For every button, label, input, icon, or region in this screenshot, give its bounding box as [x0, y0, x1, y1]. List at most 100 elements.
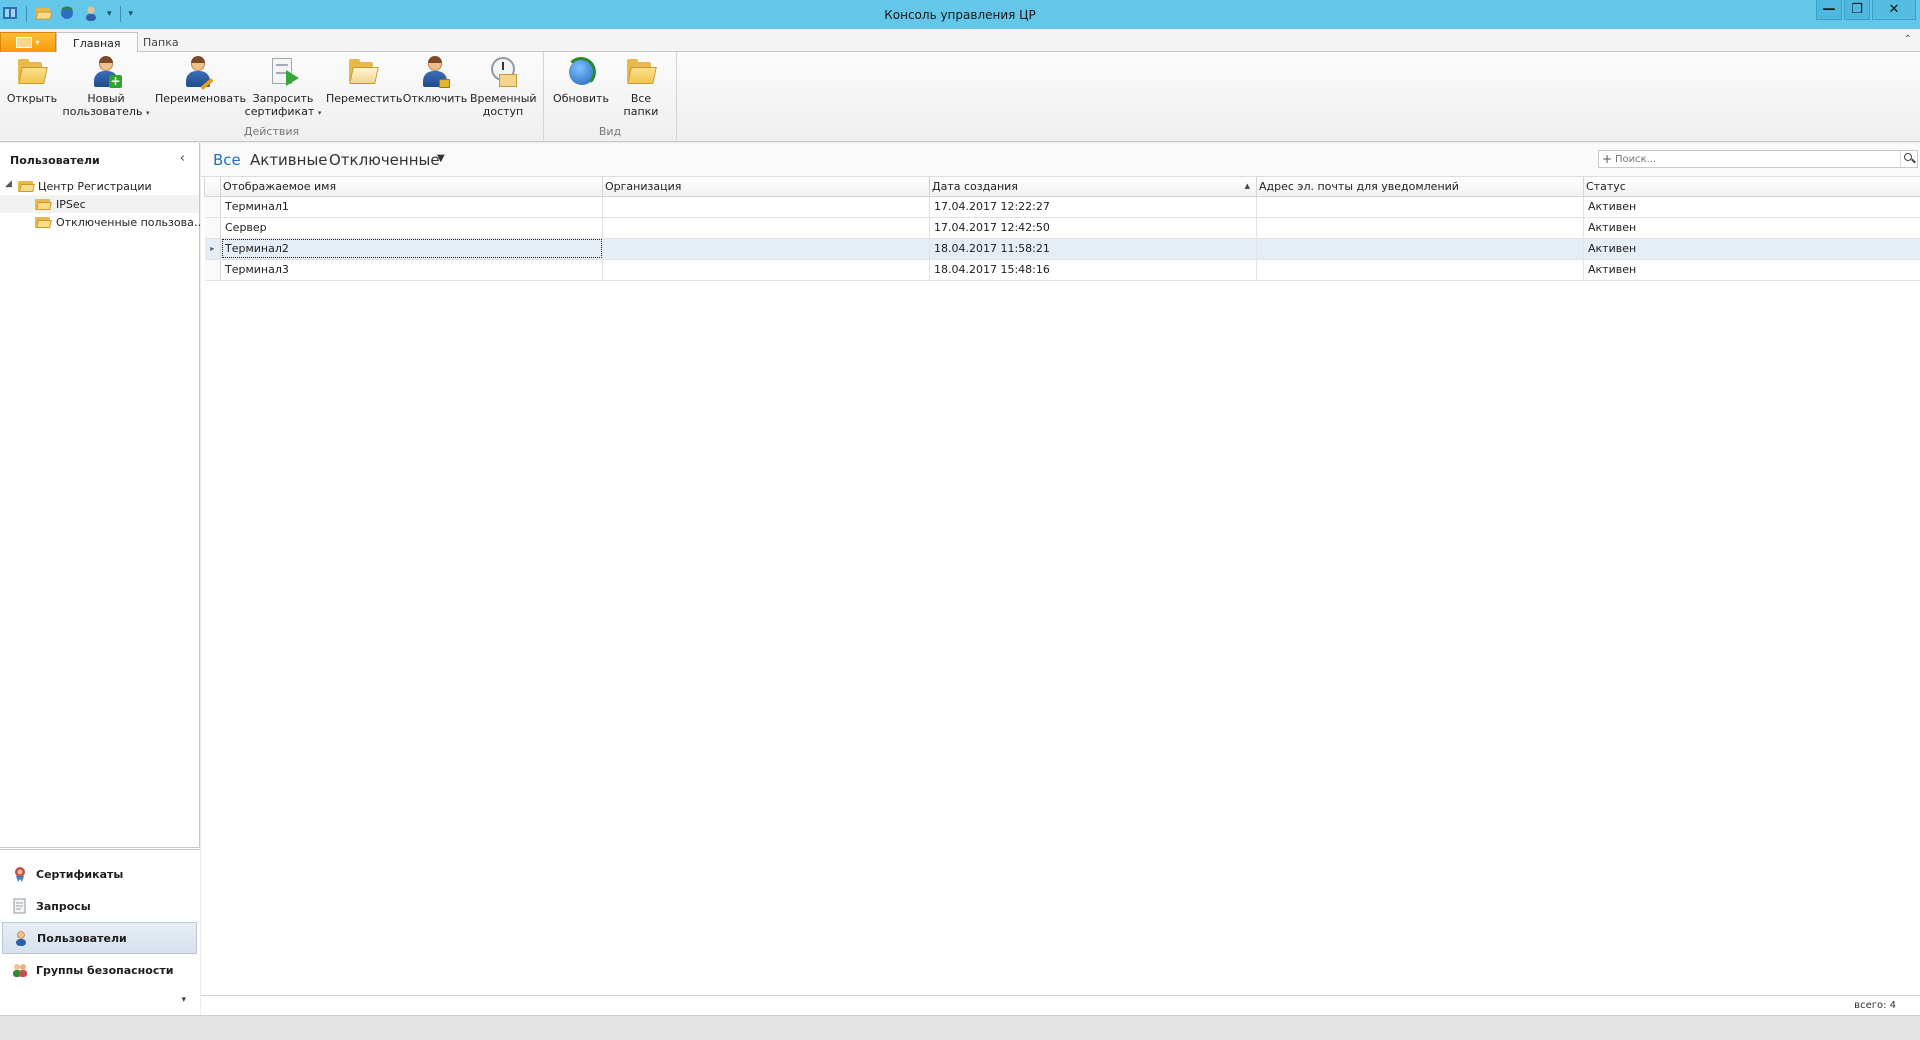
cell-organization[interactable]	[602, 238, 930, 260]
folder-icon	[18, 179, 35, 192]
column-header-email[interactable]: Адрес эл. почты для уведомлений	[1256, 177, 1584, 197]
open-label: Открыть	[6, 92, 58, 105]
expand-icon[interactable]: ◢	[5, 179, 12, 189]
tree-item-disabled-users[interactable]: Отключенные пользова…	[0, 213, 205, 231]
cell-email[interactable]	[1256, 259, 1584, 281]
tab-home[interactable]: Главная	[56, 32, 138, 53]
new-user-button[interactable]: + Новый пользователь ▾	[62, 56, 150, 120]
cell-status[interactable]: Активен	[1583, 217, 1920, 239]
table-row-selected[interactable]: ▸ Терминал2 18.04.2017 11:58:21 Активен	[204, 238, 1920, 260]
cell-created-date[interactable]: 18.04.2017 15:48:16	[929, 259, 1257, 281]
tree-item-label: Отключенные пользова…	[56, 216, 205, 229]
cell-status[interactable]: Активен	[1583, 259, 1920, 281]
search-box[interactable]: +	[1598, 150, 1918, 168]
group-label-view: Вид	[598, 125, 622, 138]
left-pane-title: Пользователи	[10, 154, 100, 167]
disable-button[interactable]: Отключить	[402, 56, 468, 105]
users-icon	[13, 930, 29, 946]
all-folders-button[interactable]: Все папки	[612, 56, 670, 118]
table-row[interactable]: Сервер 17.04.2017 12:42:50 Активен	[204, 217, 1920, 239]
nav-label: Пользователи	[37, 931, 127, 945]
filter-active[interactable]: Активные	[250, 151, 328, 169]
move-folder-icon	[347, 56, 379, 88]
table-row[interactable]: Терминал3 18.04.2017 15:48:16 Активен	[204, 259, 1920, 281]
new-user-label-2: пользователь	[62, 105, 143, 118]
folder-icon	[35, 215, 52, 228]
rename-button[interactable]: Переименовать	[155, 56, 247, 105]
window-bottom-strip	[0, 1015, 1920, 1040]
certificate-request-icon	[267, 56, 299, 88]
refresh-button[interactable]: Обновить	[552, 56, 610, 105]
nav-requests[interactable]: Запросы	[2, 890, 197, 922]
window-title: Консоль управления ЦР	[884, 8, 1036, 22]
chevron-down-icon: ▾	[35, 38, 40, 47]
cell-organization[interactable]	[602, 196, 930, 218]
search-input[interactable]	[1615, 152, 1895, 166]
nav-security-groups[interactable]: Группы безопасности	[2, 954, 197, 986]
certificate-icon	[12, 866, 28, 882]
nav-certificates[interactable]: Сертификаты	[2, 858, 197, 890]
nav-users[interactable]: Пользователи	[2, 922, 197, 954]
nav-label: Сертификаты	[36, 867, 124, 881]
title-bar: ▾ ▾ Консоль управления ЦР — ❐ ✕	[0, 0, 1920, 29]
tab-folder[interactable]: Папка	[127, 32, 195, 53]
cell-email[interactable]	[1256, 196, 1584, 218]
disable-user-icon	[419, 56, 451, 88]
cell-email[interactable]	[1256, 238, 1584, 260]
current-row-icon: ▸	[204, 238, 221, 260]
cell-created-date[interactable]: 18.04.2017 11:58:21	[929, 238, 1257, 260]
column-header-created-date[interactable]: Дата создания ▲	[929, 177, 1257, 197]
column-header-display-name[interactable]: Отображаемое имя	[220, 177, 603, 197]
main-content: Все Активные Отключенные ▼ + Отображаемо…	[201, 143, 1920, 1015]
filter-disabled[interactable]: Отключенные	[329, 151, 440, 169]
nav-label: Группы безопасности	[36, 963, 174, 977]
chevron-down-icon: ▾	[145, 109, 150, 117]
restore-button[interactable]: ❐	[1844, 0, 1870, 20]
close-button[interactable]: ✕	[1872, 0, 1916, 20]
nav-options-icon[interactable]: ▾	[181, 995, 186, 1005]
filter-bar: Все Активные Отключенные ▼ +	[201, 143, 1920, 177]
tree-item-label: IPSec	[56, 198, 86, 211]
move-button[interactable]: Переместить	[326, 56, 402, 105]
disable-label: Отключить	[402, 92, 468, 105]
cell-email[interactable]	[1256, 217, 1584, 239]
request-cert-label-1: Запросить	[252, 92, 314, 105]
table-header-row: Отображаемое имя Организация Дата создан…	[204, 177, 1920, 197]
column-header-status[interactable]: Статус	[1583, 177, 1920, 197]
left-pane: Пользователи ‹ ◢ Центр Регистрации IPSec…	[0, 143, 205, 1015]
refresh-icon	[565, 56, 597, 88]
app-menu-icon	[16, 37, 33, 48]
cell-display-name[interactable]: Терминал1	[220, 196, 603, 218]
cell-display-name[interactable]: Терминал3	[220, 259, 603, 281]
cell-created-date[interactable]: 17.04.2017 12:42:50	[929, 217, 1257, 239]
cell-organization[interactable]	[602, 217, 930, 239]
open-button[interactable]: Открыть	[6, 56, 58, 105]
collapse-ribbon-icon[interactable]: ⌃	[1904, 34, 1912, 45]
search-icon[interactable]	[1900, 151, 1916, 167]
sort-ascending-icon: ▲	[1244, 182, 1250, 190]
cell-status[interactable]: Активен	[1583, 238, 1920, 260]
table-row[interactable]: Терминал1 17.04.2017 12:22:27 Активен	[204, 196, 1920, 218]
collapse-pane-icon[interactable]: ‹	[180, 151, 185, 166]
cell-display-name[interactable]: Сервер	[220, 217, 603, 239]
cell-organization[interactable]	[602, 259, 930, 281]
filter-dropdown-icon[interactable]: ▼	[437, 153, 445, 164]
security-groups-icon	[12, 962, 28, 978]
temporary-access-button[interactable]: Временный доступ	[470, 56, 537, 118]
request-certificate-button[interactable]: Запросить сертификат ▾	[244, 56, 322, 120]
tree-item-registration-center[interactable]: ◢ Центр Регистрации	[0, 177, 199, 195]
navigation-pane: Сертификаты Запросы Пользователи Группы …	[0, 847, 200, 1015]
rename-label: Переименовать	[155, 92, 247, 105]
filter-all[interactable]: Все	[213, 151, 241, 169]
minimize-button[interactable]: —	[1816, 0, 1842, 20]
column-header-organization[interactable]: Организация	[602, 177, 930, 197]
temp-access-label-1: Временный	[470, 92, 537, 105]
cell-display-name[interactable]: Терминал2	[220, 238, 603, 260]
cell-status[interactable]: Активен	[1583, 196, 1920, 218]
application-menu-button[interactable]: ▾	[0, 32, 56, 52]
ribbon-group-view: Обновить Все папки Вид	[544, 52, 677, 140]
tree-item-ipsec[interactable]: IPSec	[0, 195, 199, 213]
search-options-icon[interactable]: +	[1602, 152, 1612, 166]
cell-created-date[interactable]: 17.04.2017 12:22:27	[929, 196, 1257, 218]
row-indicator	[204, 217, 221, 239]
